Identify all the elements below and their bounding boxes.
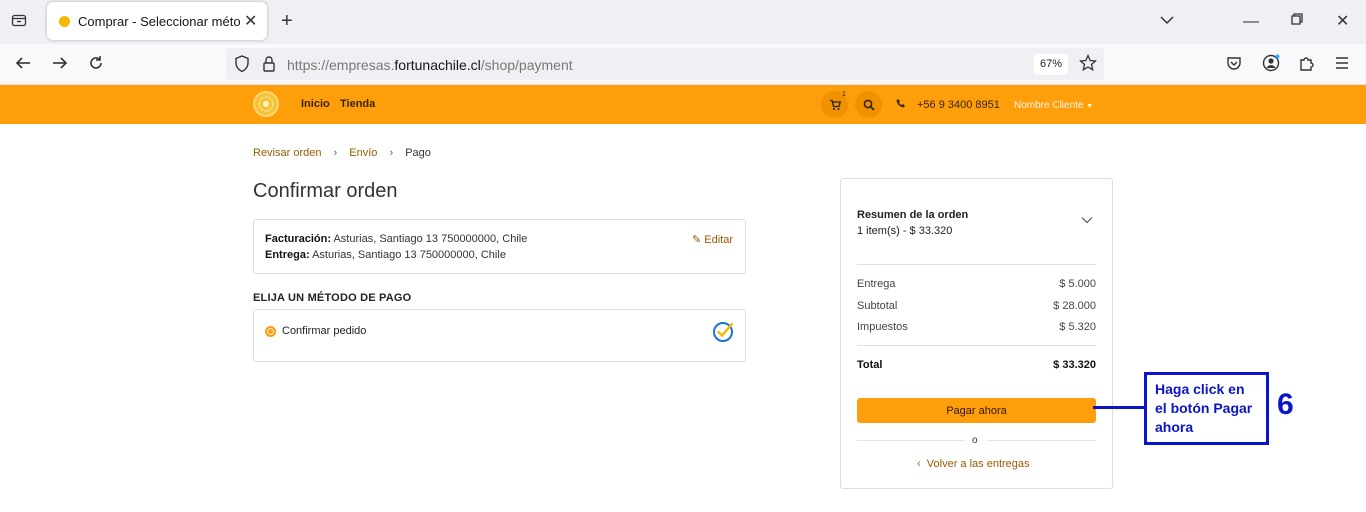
billing-address: Facturación: Asturias, Santiago 13 75000…: [265, 233, 527, 245]
pay-now-button[interactable]: Pagar ahora: [857, 398, 1096, 423]
row-label: Subtotal: [857, 300, 898, 312]
star-icon[interactable]: [1078, 53, 1098, 77]
summary-row-subtotal: Subtotal $ 28.000: [857, 300, 1096, 312]
payment-radio[interactable]: [265, 326, 276, 337]
payment-option-label[interactable]: Confirmar pedido: [282, 325, 366, 337]
address-card: Facturación: Asturias, Santiago 13 75000…: [253, 219, 746, 274]
back-label: Volver a las entregas: [926, 458, 1030, 470]
site-header: Inicio Tienda 1 +56 9 3400 8951 Nombre C…: [0, 85, 1366, 124]
summary-row-impuestos: Impuestos $ 5.320: [857, 321, 1096, 333]
lock-icon[interactable]: [262, 55, 276, 78]
pocket-icon[interactable]: [1226, 55, 1242, 76]
or-separator: o: [972, 435, 978, 446]
row-value: $ 5.000: [1059, 278, 1096, 290]
order-summary-card: Resumen de la orden 1 item(s) - $ 33.320…: [840, 178, 1113, 489]
shipping-address: Entrega: Asturias, Santiago 13 750000000…: [265, 249, 506, 261]
breadcrumb-envio[interactable]: Envío: [349, 147, 377, 159]
zoom-level[interactable]: 67%: [1034, 54, 1068, 75]
browser-tab[interactable]: Comprar - Seleccionar método ✕: [47, 2, 267, 40]
summary-items: 1 item(s) - $ 33.320: [857, 225, 953, 237]
chevron-down-icon[interactable]: [1081, 213, 1093, 225]
total-label: Total: [857, 359, 883, 371]
tab-favicon-icon: [59, 16, 70, 27]
chevron-right-icon: ›: [389, 147, 394, 159]
payment-option-card[interactable]: Confirmar pedido: [253, 309, 746, 362]
summary-title: Resumen de la orden: [857, 209, 969, 221]
back-to-shipping-link[interactable]: ‹ Volver a las entregas: [917, 458, 1030, 470]
summary-row-entrega: Entrega $ 5.000: [857, 278, 1096, 290]
chevron-left-icon: ‹: [917, 458, 921, 470]
menu-icon[interactable]: [1334, 55, 1350, 76]
row-label: Entrega: [857, 278, 896, 290]
breadcrumb-revisar-orden[interactable]: Revisar orden: [253, 147, 321, 159]
reload-icon[interactable]: [87, 54, 105, 77]
account-icon[interactable]: [1262, 54, 1280, 77]
cart-count-badge: 1: [842, 91, 846, 98]
payment-method-heading: ELIJA UN MÉTODO DE PAGO: [253, 292, 412, 304]
annotation-connector: [1093, 406, 1145, 409]
shipping-value: Asturias, Santiago 13 750000000, Chile: [309, 249, 506, 261]
breadcrumb-current: Pago: [405, 147, 431, 159]
annotation-step-number: 6: [1277, 388, 1294, 421]
browser-nav-bar: https://empresas.fortunachile.cl/shop/pa…: [0, 44, 1366, 85]
row-value: $ 5.320: [1059, 321, 1096, 333]
minimize-icon[interactable]: —: [1243, 13, 1259, 31]
tab-title: Comprar - Seleccionar método: [78, 14, 240, 29]
shipping-label: Entrega:: [265, 249, 310, 261]
forward-arrow-icon[interactable]: [51, 54, 69, 77]
edit-address-link[interactable]: ✎ Editar: [692, 233, 733, 246]
extensions-icon[interactable]: [1298, 54, 1316, 77]
new-tab-icon[interactable]: +: [281, 10, 293, 33]
check-circle-icon: [712, 320, 734, 342]
page-title: Confirmar orden: [253, 180, 398, 202]
row-label: Impuestos: [857, 321, 908, 333]
divider: [987, 440, 1096, 441]
nav-link-inicio[interactable]: Inicio: [301, 98, 330, 110]
pencil-icon: ✎: [692, 234, 702, 246]
row-value: $ 28.000: [1053, 300, 1096, 312]
search-icon[interactable]: [855, 91, 882, 118]
browser-tab-bar: Comprar - Seleccionar método ✕ + — ✕: [0, 0, 1366, 44]
annotation-callout: Haga click en el botón Pagar ahora: [1144, 372, 1269, 445]
chevron-right-icon: ›: [333, 147, 338, 159]
url-text[interactable]: https://empresas.fortunachile.cl/shop/pa…: [287, 57, 573, 73]
caret-down-icon: ▼: [1086, 103, 1094, 110]
chevron-down-icon[interactable]: [1159, 13, 1175, 31]
edit-label: Editar: [704, 234, 734, 246]
phone-number[interactable]: +56 9 3400 8951: [917, 99, 1000, 111]
phone-icon: [896, 98, 906, 111]
total-value: $ 33.320: [1053, 359, 1096, 371]
shield-icon[interactable]: [234, 55, 250, 78]
close-window-icon[interactable]: ✕: [1336, 11, 1349, 31]
divider: [857, 345, 1096, 346]
nav-link-tienda[interactable]: Tienda: [340, 98, 375, 110]
breadcrumb: Revisar orden › Envío › Pago: [253, 147, 431, 159]
divider: [857, 440, 965, 441]
billing-value: Asturias, Santiago 13 750000000, Chile: [331, 233, 528, 245]
back-arrow-icon[interactable]: [14, 54, 32, 77]
annotation-text: Haga click en el botón Pagar ahora: [1155, 381, 1253, 435]
divider: [857, 264, 1096, 265]
billing-label: Facturación:: [265, 233, 332, 245]
user-name: Nombre Cliente: [1014, 100, 1084, 111]
summary-row-total: Total $ 33.320: [857, 359, 1096, 371]
tab-list-icon[interactable]: [11, 12, 27, 33]
url-bar[interactable]: https://empresas.fortunachile.cl/shop/pa…: [226, 48, 1104, 80]
restore-icon[interactable]: [1290, 12, 1304, 31]
site-logo[interactable]: [253, 91, 279, 117]
user-menu[interactable]: Nombre Cliente ▼: [1014, 100, 1093, 111]
close-tab-icon[interactable]: ✕: [244, 11, 257, 31]
